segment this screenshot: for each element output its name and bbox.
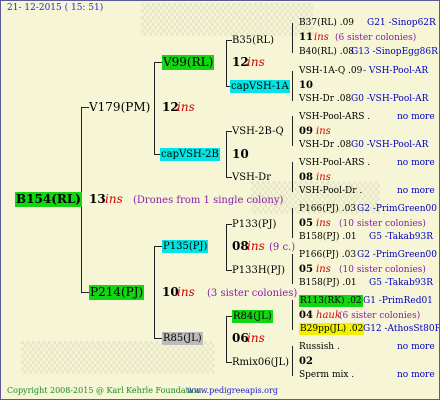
gen3-r84-id[interactable]: R84(JL) (232, 310, 273, 323)
footer-copyright: Copyright 2008-2015 @ Karl Kehrle Founda… (7, 386, 204, 395)
gen3-vsh2bq-id[interactable]: VSH-2B-Q (232, 125, 284, 138)
gen2-r85-id[interactable]: R85(JL) (162, 332, 203, 345)
gen4-bottom-id[interactable]: B29pp(JL) .02 (299, 323, 365, 335)
gen4-bottom-id[interactable]: VSH-Dr .08 (299, 93, 351, 105)
gen4-bottom-id[interactable]: VSH-Dr .08 (299, 139, 351, 151)
gen4-note: (6 sister colonies) (339, 311, 421, 321)
gen3-r84-ins: ins (247, 331, 265, 345)
gen4-bottom-origin: G13 -SinopEgg86R (351, 47, 438, 57)
gen4-ins: ins (316, 172, 331, 183)
gen4-ins: hauk (316, 310, 341, 321)
gen4-note: (10 sister colonies) (339, 265, 426, 275)
gen4-top-id[interactable]: R113(RK) .02 (299, 295, 363, 307)
gen4-note: (10 sister colonies) (339, 219, 426, 229)
gen4-bottom-id[interactable]: Sperm mix . (299, 369, 354, 381)
gen4-top-origin: G21 -Sinop62R (367, 18, 436, 28)
sire-line-ins-label: ins (177, 100, 195, 114)
gen4-bottom-origin: G5 -Takab93R (369, 278, 433, 288)
gen4-top-origin: G1 -PrimRed01 (363, 296, 433, 306)
gen4-bottom-origin: no more (397, 186, 435, 196)
gen4-generation: 05 (299, 218, 313, 229)
gen4-top-id[interactable]: P166(PJ) .03 (299, 249, 356, 261)
gen4-generation: 05 (299, 264, 313, 275)
gen4-bottom-origin: G5 -Takab93R (369, 232, 433, 242)
gen4-ins: ins (316, 126, 331, 137)
gen4-top-id[interactable]: Russish . (299, 341, 340, 353)
gen4-top-id[interactable]: VSH-1A-Q .09 (299, 65, 362, 77)
sire-line-id[interactable]: V179(PM) (89, 100, 150, 115)
gen4-top-origin: G2 -PrimGreen00 (357, 250, 437, 260)
gen3-rmix06-id[interactable]: Rmix06(JL) (232, 356, 289, 369)
footer-site-link[interactable]: www.pedigreeapis.org (187, 385, 278, 396)
root-ins-label: ins (105, 192, 123, 206)
gen4-generation: 04 (299, 310, 313, 321)
watermark: ▒▒▒▒▒▒▒▒ (141, 3, 314, 36)
gen4-bottom-id[interactable]: B158(PJ) .01 (299, 277, 357, 289)
gen3-capvsh1a-id[interactable]: capVSH-1A (230, 80, 290, 93)
gen3-vshdr-id[interactable]: VSH-Dr (232, 171, 271, 184)
gen4-top-id[interactable]: VSH-Pool-ARS . (299, 111, 370, 123)
gen4-bottom-origin: no more (397, 370, 435, 380)
root-generation: 13 (89, 192, 106, 206)
gen2-capvsh2b-generation: 10 (232, 147, 249, 161)
gen4-top-origin: no more (397, 112, 435, 122)
gen4-note: (6 sister colonies) (335, 33, 417, 43)
root-note: (Drones from 1 single colony) (133, 195, 284, 206)
dam-line-id[interactable]: P214(PJ) (89, 285, 145, 300)
gen4-generation: 09 (299, 126, 313, 137)
gen3-p133h-id[interactable]: P133H(PJ) (232, 264, 285, 277)
dam-line-ins-label: ins (177, 285, 195, 299)
gen4-ins: ins (316, 218, 331, 229)
gen4-top-origin: - VSH-Pool-AR (363, 66, 429, 76)
gen4-top-origin: no more (397, 158, 435, 168)
gen4-generation: 02 (299, 356, 313, 367)
gen4-bottom-origin: G12 -AthosSt80R (363, 324, 440, 334)
gen4-top-origin: G2 -PrimGreen00 (357, 204, 437, 214)
gen4-generation: 10 (299, 80, 313, 91)
gen4-ins: ins (314, 32, 329, 43)
gen4-top-origin: no more (397, 342, 435, 352)
gen4-bottom-id[interactable]: VSH-Pool-Dr . (299, 185, 362, 197)
gen2-p135-ins: ins (247, 239, 265, 253)
gen2-v99-ins: ins (247, 55, 265, 69)
gen3-b35-id[interactable]: B35(RL) (232, 34, 274, 47)
gen4-bottom-origin: G0 -VSH-Pool-AR (351, 140, 429, 150)
gen4-bottom-id[interactable]: B158(PJ) .01 (299, 231, 357, 243)
gen2-v99-id[interactable]: V99(RL) (162, 55, 215, 70)
gen4-bottom-id[interactable]: B40(RL) .08 (299, 46, 354, 58)
gen4-top-id[interactable]: B37(RL) .09 (299, 17, 354, 29)
gen2-p135-note: (9 c.) (269, 242, 296, 253)
gen4-generation: 08 (299, 172, 313, 183)
date-header: 21- 12-2015 ( 15: 51) (7, 3, 104, 13)
gen4-ins: ins (316, 264, 331, 275)
gen2-p135-id[interactable]: P135(PJ) (162, 240, 209, 253)
gen4-top-id[interactable]: VSH-Pool-ARS . (299, 157, 370, 169)
pedigree-frame: ▒▒▒▒▒▒▒▒ ▒▒▒▒▒▒ ▒▒▒▒▒▒▒▒▒ 21- 12-2015 ( … (0, 0, 440, 400)
gen4-bottom-origin: G0 -VSH-Pool-AR (351, 94, 429, 104)
gen3-p133-id[interactable]: P133(PJ) (232, 218, 276, 231)
gen2-capvsh2b-id[interactable]: capVSH-2B (160, 148, 220, 161)
watermark: ▒▒▒▒▒▒▒▒▒ (21, 341, 215, 374)
gen4-top-id[interactable]: P166(PJ) .03 (299, 203, 356, 215)
gen4-generation: 11 (299, 32, 313, 43)
dam-line-note: (3 sister colonies) (207, 288, 298, 299)
root-bee-id[interactable]: B154(RL) (15, 192, 82, 207)
